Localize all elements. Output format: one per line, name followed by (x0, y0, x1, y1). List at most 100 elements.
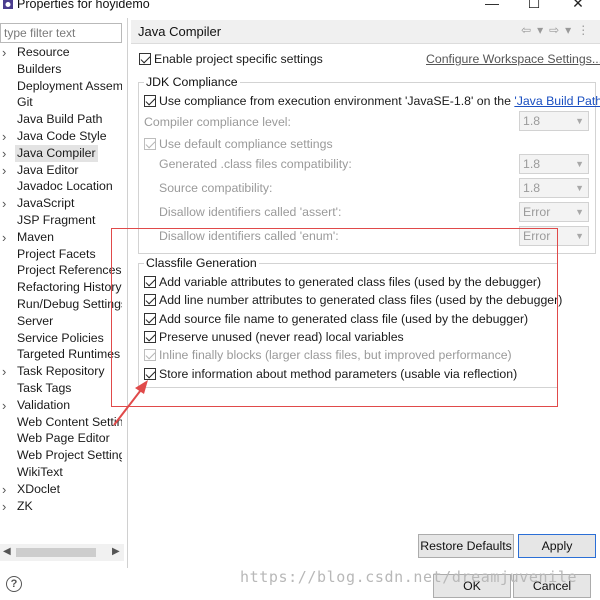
tree-item[interactable]: Web Content Settin (0, 414, 122, 431)
tree-horizontal-scrollbar[interactable]: ◀ ▶ (0, 544, 124, 561)
tree-item-label: Validation (17, 397, 71, 412)
tree-item[interactable]: › Java Code Style (0, 128, 122, 145)
tree-item-label: Git (17, 95, 33, 110)
tree-item[interactable]: Targeted Runtimes (0, 346, 122, 363)
assert-value: Error (523, 205, 551, 219)
use-env-checkbox[interactable] (144, 95, 156, 107)
compliance-level-combo[interactable]: 1.8 ▼ (519, 111, 589, 131)
tree-item[interactable]: Deployment Assem (0, 78, 122, 95)
java-build-path-link[interactable]: 'Java Build Path' (514, 94, 600, 108)
tree-item[interactable]: › Task Repository (0, 363, 122, 380)
forward-menu-icon[interactable]: ▾ (565, 23, 577, 37)
tree-item[interactable]: Builders (0, 61, 122, 78)
assert-combo[interactable]: Error ▼ (519, 202, 589, 222)
back-arrow-icon[interactable]: ⇦ (521, 23, 537, 37)
chevron-down-icon: ▼ (575, 183, 584, 193)
tree-item[interactable]: › Validation (0, 397, 122, 414)
scroll-left-icon[interactable]: ◀ (3, 546, 11, 557)
tree-item-label: Java Compiler (15, 144, 98, 162)
tree-item[interactable]: › JavaScript (0, 195, 122, 212)
use-default-label: Use default compliance settings (159, 137, 333, 151)
title-bar: Properties for hoyidemo — ☐ ✕ (0, 0, 600, 12)
property-page-tree: › Resource Builders Deployment Assem Git Java… (0, 44, 122, 538)
page-title: Java Compiler (138, 24, 222, 39)
window-title: Properties for hoyidemo (17, 0, 150, 11)
maximize-button[interactable]: ☐ (524, 0, 544, 10)
tree-item[interactable]: › ZK (0, 498, 122, 515)
tree-item-label: Resource (17, 45, 70, 59)
source-compat-combo[interactable]: 1.8 ▼ (519, 178, 589, 198)
tree-item-label: XDoclet (17, 481, 61, 496)
filter-input[interactable] (4, 25, 120, 41)
chevron-right-icon[interactable]: › (2, 162, 14, 179)
chevron-right-icon[interactable]: › (2, 363, 14, 380)
tree-item-label: Web Content Settin (17, 414, 122, 429)
close-button[interactable]: ✕ (568, 0, 588, 10)
minimize-button[interactable]: — (482, 0, 502, 10)
compliance-level-value: 1.8 (523, 114, 541, 128)
filter-box (0, 23, 122, 43)
chevron-right-icon[interactable]: › (2, 145, 14, 162)
chevron-down-icon: ▼ (575, 159, 584, 169)
tree-item-label: Deployment Assem (17, 78, 122, 93)
page-header: Java Compiler ⇦▾⇨▾⋮ (131, 20, 600, 44)
back-menu-icon[interactable]: ▾ (537, 23, 549, 37)
chevron-right-icon[interactable]: › (2, 397, 14, 414)
tree-item-label: Targeted Runtimes (17, 347, 121, 362)
enable-specific-checkbox[interactable] (139, 53, 151, 65)
tree-item-label: Refactoring History (17, 280, 122, 295)
forward-arrow-icon[interactable]: ⇨ (549, 23, 565, 37)
apply-button[interactable]: Apply (518, 534, 596, 558)
scroll-right-icon[interactable]: ▶ (112, 546, 120, 557)
tree-item[interactable]: Project References (0, 262, 122, 279)
tree-item[interactable]: Web Project Setting (0, 447, 122, 464)
chevron-right-icon[interactable]: › (2, 44, 14, 61)
generated-compat-value: 1.8 (523, 157, 541, 171)
help-icon[interactable]: ? (6, 576, 22, 592)
tree-item[interactable]: Server (0, 313, 122, 330)
tree-item[interactable]: › XDoclet (0, 481, 122, 498)
chevron-right-icon[interactable]: › (2, 229, 14, 246)
tree-item[interactable]: Web Page Editor (0, 430, 122, 447)
tree-item[interactable]: Project Facets (0, 246, 122, 263)
tree-item[interactable]: › Resource (0, 44, 122, 61)
tree-item[interactable]: › Java Editor (0, 162, 122, 179)
tree-item[interactable]: Service Policies (0, 330, 122, 347)
tree-item[interactable]: Java Build Path (0, 111, 122, 128)
tree-item-label: Web Page Editor (17, 431, 110, 446)
properties-app-icon (3, 0, 13, 9)
chevron-right-icon[interactable]: › (2, 481, 14, 498)
tree-item-label: ZK (17, 498, 33, 513)
tree-item[interactable]: › Java Compiler (0, 144, 122, 162)
tree-item-label: JavaScript (17, 196, 75, 211)
tree-item-label: Task Repository (17, 364, 105, 379)
tree-item[interactable]: › Maven (0, 229, 122, 246)
tree-item[interactable]: Task Tags (0, 380, 122, 397)
tree-item[interactable]: Refactoring History (0, 279, 122, 296)
tree-item-label: Service Policies (17, 330, 104, 345)
tree-item-label: Maven (17, 229, 54, 244)
chevron-right-icon[interactable]: › (2, 498, 14, 515)
scroll-thumb[interactable] (16, 548, 96, 557)
view-menu-icon[interactable]: ⋮ (577, 23, 595, 37)
tree-item[interactable]: Git (0, 94, 122, 111)
chevron-down-icon: ▼ (575, 116, 584, 126)
watermark: https://blog.csdn.net/dreamjuvenile (240, 568, 578, 586)
tree-item-label: Builders (17, 61, 62, 76)
chevron-right-icon[interactable]: › (2, 128, 14, 145)
use-env-text: Use compliance from execution environmen… (159, 94, 515, 108)
generated-compat-combo[interactable]: 1.8 ▼ (519, 154, 589, 174)
tree-item-label: Web Project Setting (17, 448, 122, 463)
configure-workspace-link[interactable]: Configure Workspace Settings... (426, 52, 600, 66)
chevron-right-icon[interactable]: › (2, 195, 14, 212)
tree-item-label: Java Code Style (17, 129, 107, 143)
tree-item[interactable]: Run/Debug Settings (0, 296, 122, 313)
use-default-checkbox[interactable] (144, 138, 156, 150)
tree-item[interactable]: JSP Fragment (0, 212, 122, 229)
generated-compat-label: Generated .class files compatibility: (159, 157, 352, 171)
source-compat-label: Source compatibility: (159, 181, 273, 195)
tree-item-label: Run/Debug Settings (17, 297, 122, 311)
tree-item[interactable]: WikiText (0, 464, 122, 481)
restore-defaults-button[interactable]: Restore Defaults (418, 534, 514, 558)
tree-item[interactable]: Javadoc Location (0, 178, 122, 195)
